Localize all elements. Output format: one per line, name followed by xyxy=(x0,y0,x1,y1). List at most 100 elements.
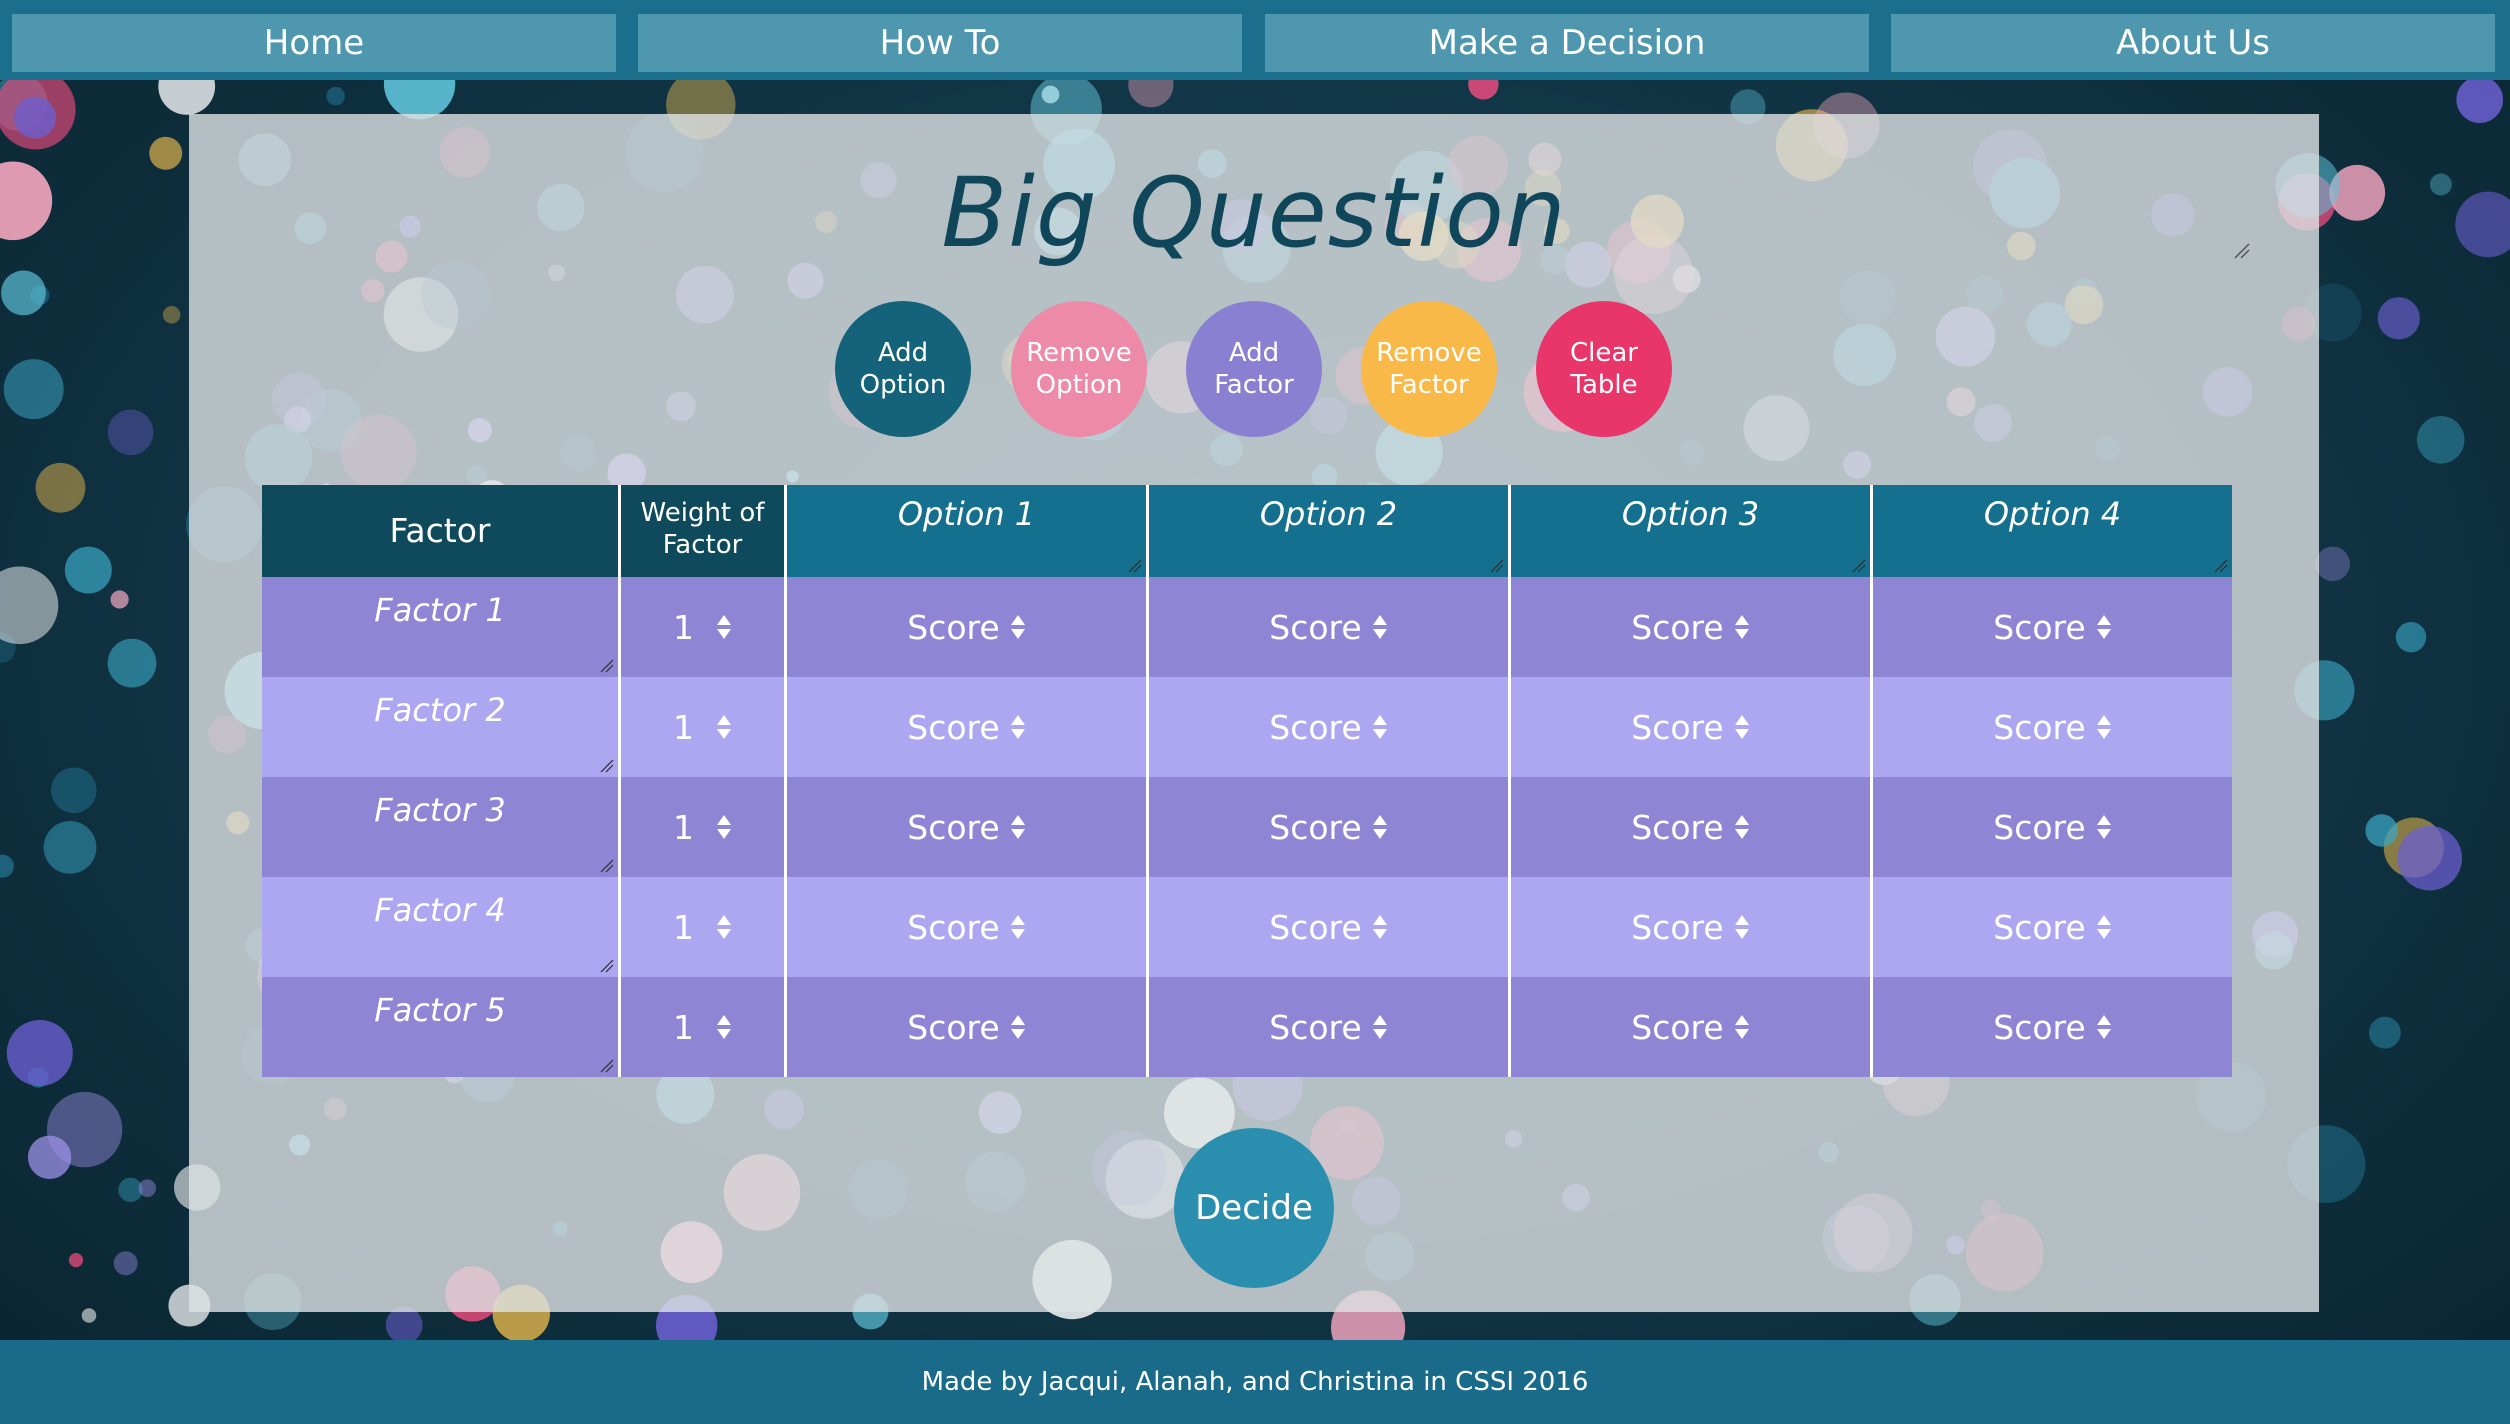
resize-grip-icon[interactable] xyxy=(1852,559,1866,573)
score-value-wrap: Score xyxy=(1149,877,1508,977)
score-placeholder: Score xyxy=(1993,607,2086,647)
score-value-wrap: Score xyxy=(1511,877,1870,977)
resize-grip-icon[interactable] xyxy=(1128,559,1142,573)
spinner-arrows-icon[interactable] xyxy=(2096,613,2112,641)
score-input[interactable]: Score xyxy=(787,677,1146,777)
score-input[interactable]: Score xyxy=(1873,677,2232,777)
resize-grip-icon[interactable] xyxy=(1490,559,1504,573)
nav-make-decision[interactable]: Make a Decision xyxy=(1265,14,1869,72)
score-input[interactable]: Score xyxy=(1511,677,1870,777)
score-value-wrap: Score xyxy=(1149,977,1508,1077)
spinner-arrows-icon[interactable] xyxy=(1372,913,1388,941)
factor-cell[interactable]: Factor 4 xyxy=(262,877,618,977)
spinner-arrows-icon[interactable] xyxy=(1734,713,1750,741)
spinner-arrows-icon[interactable] xyxy=(1010,1013,1026,1041)
factor-cell[interactable]: Factor 5 xyxy=(262,977,618,1077)
decision-panel: Big Question Add Option Remove Option Ad… xyxy=(189,114,2319,1312)
remove-option-button[interactable]: Remove Option xyxy=(1011,301,1147,437)
spinner-arrows-icon[interactable] xyxy=(1372,1013,1388,1041)
score-placeholder: Score xyxy=(1269,607,1362,647)
remove-factor-button[interactable]: Remove Factor xyxy=(1361,301,1497,437)
clear-table-button[interactable]: Clear Table xyxy=(1536,301,1672,437)
spinner-arrows-icon[interactable] xyxy=(716,713,732,741)
bokeh-circle xyxy=(35,462,86,513)
resize-grip-icon[interactable] xyxy=(600,959,614,973)
score-value-wrap: Score xyxy=(1149,777,1508,877)
decide-button[interactable]: Decide xyxy=(1174,1128,1334,1288)
spinner-arrows-icon[interactable] xyxy=(2096,713,2112,741)
spinner-arrows-icon[interactable] xyxy=(2096,913,2112,941)
score-placeholder: Score xyxy=(1269,907,1362,947)
bokeh-circle xyxy=(162,306,181,324)
spinner-arrows-icon[interactable] xyxy=(1010,913,1026,941)
spinner-arrows-icon[interactable] xyxy=(1010,713,1026,741)
weight-input[interactable]: 1 xyxy=(621,677,784,777)
nav-how-to[interactable]: How To xyxy=(638,14,1242,72)
resize-grip-icon[interactable] xyxy=(2233,242,2251,260)
spinner-arrows-icon[interactable] xyxy=(1734,1013,1750,1041)
option-header-1[interactable]: Option 1 xyxy=(787,485,1146,577)
score-input[interactable]: Score xyxy=(1149,777,1508,877)
spinner-arrows-icon[interactable] xyxy=(716,913,732,941)
factor-name: Factor 5 xyxy=(374,991,506,1029)
big-question-field[interactable]: Big Question xyxy=(189,148,2319,278)
spinner-arrows-icon[interactable] xyxy=(716,613,732,641)
resize-grip-icon[interactable] xyxy=(600,759,614,773)
resize-grip-icon[interactable] xyxy=(600,659,614,673)
resize-grip-icon[interactable] xyxy=(600,1059,614,1073)
weight-header: Weight of Factor xyxy=(621,485,784,577)
bokeh-circle xyxy=(27,1135,72,1180)
score-input[interactable]: Score xyxy=(1511,877,1870,977)
score-input[interactable]: Score xyxy=(1149,677,1508,777)
spinner-arrows-icon[interactable] xyxy=(1372,713,1388,741)
spinner-arrows-icon[interactable] xyxy=(716,813,732,841)
option-header-3[interactable]: Option 3 xyxy=(1511,485,1870,577)
factor-cell[interactable]: Factor 2 xyxy=(262,677,618,777)
score-input[interactable]: Score xyxy=(1873,977,2232,1077)
score-input[interactable]: Score xyxy=(787,777,1146,877)
score-input[interactable]: Score xyxy=(1149,977,1508,1077)
score-value-wrap: Score xyxy=(1873,677,2232,777)
option-header-2[interactable]: Option 2 xyxy=(1149,485,1508,577)
score-input[interactable]: Score xyxy=(1149,577,1508,677)
spinner-arrows-icon[interactable] xyxy=(1734,613,1750,641)
option-header-4[interactable]: Option 4 xyxy=(1873,485,2232,577)
add-option-button[interactable]: Add Option xyxy=(835,301,971,437)
score-placeholder: Score xyxy=(1631,1007,1724,1047)
factor-cell[interactable]: Factor 1 xyxy=(262,577,618,677)
weight-input[interactable]: 1 xyxy=(621,877,784,977)
resize-grip-icon[interactable] xyxy=(600,859,614,873)
factor-cell[interactable]: Factor 3 xyxy=(262,777,618,877)
score-input[interactable]: Score xyxy=(1511,577,1870,677)
nav-home[interactable]: Home xyxy=(12,14,616,72)
score-placeholder: Score xyxy=(1631,607,1724,647)
spinner-arrows-icon[interactable] xyxy=(2096,1013,2112,1041)
add-factor-button[interactable]: Add Factor xyxy=(1186,301,1322,437)
score-input[interactable]: Score xyxy=(787,577,1146,677)
resize-grip-icon[interactable] xyxy=(2214,559,2228,573)
nav-about-us[interactable]: About Us xyxy=(1891,14,2495,72)
factor-name: Factor 1 xyxy=(374,591,506,629)
spinner-arrows-icon[interactable] xyxy=(1010,613,1026,641)
score-input[interactable]: Score xyxy=(1149,877,1508,977)
spinner-arrows-icon[interactable] xyxy=(1734,813,1750,841)
score-input[interactable]: Score xyxy=(1873,777,2232,877)
weight-input[interactable]: 1 xyxy=(621,977,784,1077)
weight-value-wrap: 1 xyxy=(621,677,784,777)
score-input[interactable]: Score xyxy=(1511,977,1870,1077)
spinner-arrows-icon[interactable] xyxy=(2096,813,2112,841)
bokeh-circle xyxy=(110,590,129,609)
score-value-wrap: Score xyxy=(787,777,1146,877)
score-input[interactable]: Score xyxy=(1873,877,2232,977)
weight-input[interactable]: 1 xyxy=(621,577,784,677)
score-input[interactable]: Score xyxy=(1873,577,2232,677)
spinner-arrows-icon[interactable] xyxy=(716,1013,732,1041)
spinner-arrows-icon[interactable] xyxy=(1010,813,1026,841)
score-input[interactable]: Score xyxy=(787,977,1146,1077)
weight-input[interactable]: 1 xyxy=(621,777,784,877)
score-input[interactable]: Score xyxy=(1511,777,1870,877)
spinner-arrows-icon[interactable] xyxy=(1372,613,1388,641)
score-input[interactable]: Score xyxy=(787,877,1146,977)
spinner-arrows-icon[interactable] xyxy=(1734,913,1750,941)
spinner-arrows-icon[interactable] xyxy=(1372,813,1388,841)
